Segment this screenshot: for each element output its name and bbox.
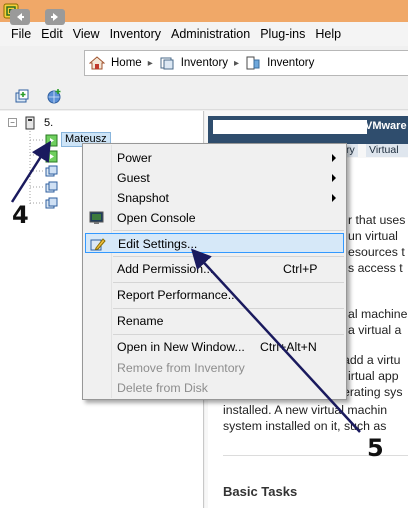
details-header-title: VMware [365, 120, 407, 132]
ctx-item-label: Delete from Disk [117, 381, 208, 395]
inventory-icon [246, 56, 260, 70]
ctx-item-label: Report Performance... [117, 288, 238, 302]
body-text: al machine [348, 307, 408, 321]
menu-separator [113, 282, 344, 283]
ctx-item-rename[interactable]: Rename [85, 311, 344, 331]
vm-powered-on-icon[interactable] [45, 150, 58, 163]
ctx-item-label: Power [117, 151, 152, 165]
body-text: un virtual [348, 229, 398, 243]
ctx-item-open-console[interactable]: Open Console [85, 208, 344, 228]
body-text: system installed on it, such as [223, 419, 387, 433]
edit-settings-icon [90, 236, 106, 252]
breadcrumb-inventory-2[interactable]: Inventory [245, 56, 314, 70]
submenu-arrow-icon [332, 174, 336, 182]
tab-virtual-machines[interactable]: Virtual [366, 144, 408, 157]
menu-separator [113, 230, 344, 231]
body-text: s access t [348, 261, 403, 275]
breadcrumb-separator-icon: ▸ [234, 57, 240, 69]
ctx-item-shortcut: Ctrl+Alt+N [260, 340, 317, 354]
vm-icon[interactable] [45, 197, 58, 209]
ctx-item-remove-from-inventory: Remove from Inventory [85, 358, 344, 378]
ctx-item-power[interactable]: Power [85, 148, 344, 168]
body-text: r that uses [348, 213, 406, 227]
menu-separator [113, 334, 344, 335]
vm-icon[interactable] [45, 181, 58, 193]
annotation-step-5: 5 [367, 434, 384, 462]
vm-powered-on-icon[interactable] [45, 134, 58, 147]
ctx-item-label: Add Permission... [117, 262, 214, 276]
ctx-item-label: Edit Settings... [118, 237, 198, 251]
ctx-item-open-new-window[interactable]: Open in New Window... Ctrl+Alt+N [85, 337, 344, 357]
body-text: esources t [348, 245, 405, 259]
body-text: erating sys [343, 385, 403, 399]
submenu-arrow-icon [332, 154, 336, 162]
vm-icon[interactable] [45, 165, 58, 177]
ctx-item-edit-settings[interactable]: Edit Settings... [85, 233, 344, 253]
ctx-item-label: Rename [117, 314, 164, 328]
body-text: installed. A new virtual machin [223, 403, 388, 417]
annotation-step-4: 4 [12, 201, 29, 229]
ctx-item-add-permission[interactable]: Add Permission... Ctrl+P [85, 259, 344, 279]
ctx-item-snapshot[interactable]: Snapshot [85, 188, 344, 208]
body-text: a virtual a [348, 323, 402, 337]
ctx-item-label: Guest [117, 171, 150, 185]
ctx-item-label: Snapshot [117, 191, 169, 205]
menu-help[interactable]: Help [310, 27, 346, 41]
menu-plugins[interactable]: Plug-ins [255, 27, 310, 41]
ctx-item-label: Open in New Window... [117, 340, 245, 354]
basic-tasks-heading: Basic Tasks [223, 484, 298, 499]
menu-separator [113, 308, 344, 309]
ctx-item-report-performance[interactable]: Report Performance... [85, 285, 344, 305]
body-text: irtual app [348, 369, 399, 383]
ctx-item-label: Remove from Inventory [117, 361, 245, 375]
details-header-name-box [213, 120, 367, 134]
body-text: add a virtu [343, 353, 401, 367]
console-icon [89, 210, 105, 226]
breadcrumb-inventory-label: Inventory [267, 57, 315, 69]
menu-separator [113, 256, 344, 257]
ctx-item-delete-from-disk: Delete from Disk [85, 378, 344, 398]
ctx-item-label: Open Console [117, 211, 196, 225]
context-menu: Power Guest Snapshot Open Console Edit S… [82, 143, 347, 400]
submenu-arrow-icon [332, 194, 336, 202]
ctx-item-shortcut: Ctrl+P [283, 262, 318, 276]
ctx-item-guest[interactable]: Guest [85, 168, 344, 188]
